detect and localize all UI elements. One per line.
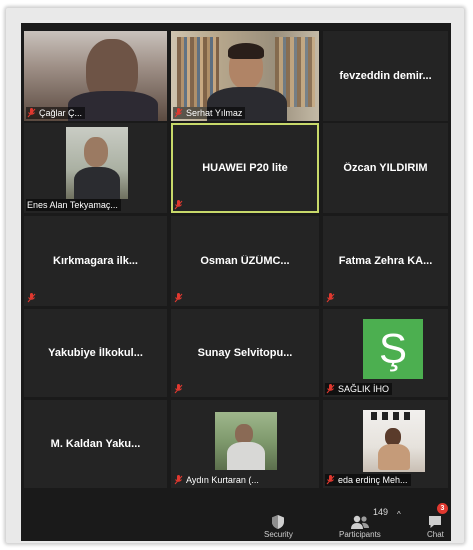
- participant-tile[interactable]: Yakubiye İlkokul...: [24, 309, 167, 397]
- participant-tile[interactable]: Ş SAĞLIK İHO: [323, 309, 448, 397]
- participants-label: Participants: [339, 530, 381, 539]
- participant-name: Kırkmagara ilk...: [53, 255, 138, 267]
- participant-label: Serhat Yılmaz: [173, 107, 246, 119]
- participant-tile[interactable]: Enes Alan Tekyamaç...: [24, 123, 167, 213]
- person-head: [84, 137, 108, 167]
- muted-mic-icon: [174, 475, 183, 485]
- participant-tile[interactable]: M. Kaldan Yaku...: [24, 400, 167, 488]
- participant-name: Özcan YILDIRIM: [343, 162, 428, 174]
- participant-name: Sunay Selvitopu...: [197, 347, 293, 359]
- participant-name: Enes Alan Tekyamaç...: [27, 200, 118, 210]
- avatar-letter: Ş: [378, 325, 407, 372]
- muted-mic-icon: [326, 475, 335, 485]
- participants-menu-caret[interactable]: ^: [397, 510, 401, 519]
- participant-label: eda erdinç Meh...: [325, 474, 411, 486]
- wall-frames: [371, 412, 415, 420]
- participant-name: Fatma Zehra KA...: [338, 255, 433, 267]
- participant-tile[interactable]: Özcan YILDIRIM: [323, 123, 448, 213]
- participant-name: HUAWEI P20 lite: [202, 162, 288, 174]
- person-body: [227, 442, 265, 470]
- muted-mic-icon: [27, 293, 36, 303]
- chat-icon: [429, 516, 442, 528]
- security-label: Security: [264, 530, 293, 539]
- participant-name: Serhat Yılmaz: [186, 108, 243, 118]
- participant-name: SAĞLIK İHO: [338, 384, 390, 394]
- person-silhouette: [235, 424, 253, 444]
- profile-avatar: Ş: [363, 319, 423, 379]
- participant-name: M. Kaldan Yaku...: [50, 438, 141, 450]
- participant-tile[interactable]: fevzeddin demir...: [323, 31, 448, 121]
- participant-tile[interactable]: Osman ÜZÜMC...: [171, 216, 319, 306]
- participant-tile[interactable]: Serhat Yılmaz: [171, 31, 319, 121]
- participant-label: Enes Alan Tekyamaç...: [26, 199, 121, 211]
- chat-label: Chat: [427, 530, 444, 539]
- participant-label: [26, 292, 39, 304]
- shield-icon: [272, 515, 285, 529]
- participant-tile[interactable]: Fatma Zehra KA...: [323, 216, 448, 306]
- meeting-toolbar: Security Participants 149 ^ Chat 3: [21, 501, 451, 541]
- muted-mic-icon: [27, 108, 36, 118]
- participants-button[interactable]: Participants: [339, 514, 381, 539]
- participant-label: [325, 292, 338, 304]
- participant-label: [173, 292, 186, 304]
- participant-name: eda erdinç Meh...: [338, 475, 408, 485]
- muted-mic-icon: [174, 384, 183, 394]
- participant-name: Aydın Kurtaran (...: [186, 475, 259, 485]
- chat-notification-badge: 3: [437, 503, 448, 514]
- participant-name: Çağlar Ç...: [39, 108, 83, 118]
- muted-mic-icon: [326, 293, 335, 303]
- participant-label: SAĞLIK İHO: [325, 383, 393, 395]
- person-body: [74, 167, 120, 199]
- muted-mic-icon: [174, 200, 183, 210]
- security-button[interactable]: Security: [264, 514, 293, 539]
- participant-tile[interactable]: Çağlar Ç...: [24, 31, 167, 121]
- active-speaker-tile[interactable]: HUAWEI P20 lite: [171, 123, 319, 213]
- participant-tile[interactable]: Sunay Selvitopu...: [171, 309, 319, 397]
- participant-name: fevzeddin demir...: [339, 70, 432, 82]
- muted-mic-icon: [174, 108, 183, 118]
- participant-name: Osman ÜZÜMC...: [200, 255, 290, 267]
- participants-count: 149: [373, 507, 389, 517]
- chat-button[interactable]: Chat: [427, 514, 444, 539]
- participant-label: [173, 199, 186, 211]
- participant-label: [173, 383, 186, 395]
- participant-name: Yakubiye İlkokul...: [48, 347, 143, 359]
- participant-tile[interactable]: Kırkmagara ilk...: [24, 216, 167, 306]
- participants-icon: [350, 515, 369, 529]
- muted-mic-icon: [174, 293, 183, 303]
- person-hair: [228, 43, 264, 59]
- participant-label: Çağlar Ç...: [26, 107, 86, 119]
- meeting-gallery-view: Çağlar Ç... Serhat Yılmaz fevzeddin demi…: [21, 23, 451, 541]
- participant-tile[interactable]: Aydın Kurtaran (...: [171, 400, 319, 488]
- participant-tile[interactable]: eda erdinç Meh...: [323, 400, 448, 488]
- person-body: [378, 444, 410, 470]
- participant-label: Aydın Kurtaran (...: [173, 474, 262, 486]
- muted-mic-icon: [326, 384, 335, 394]
